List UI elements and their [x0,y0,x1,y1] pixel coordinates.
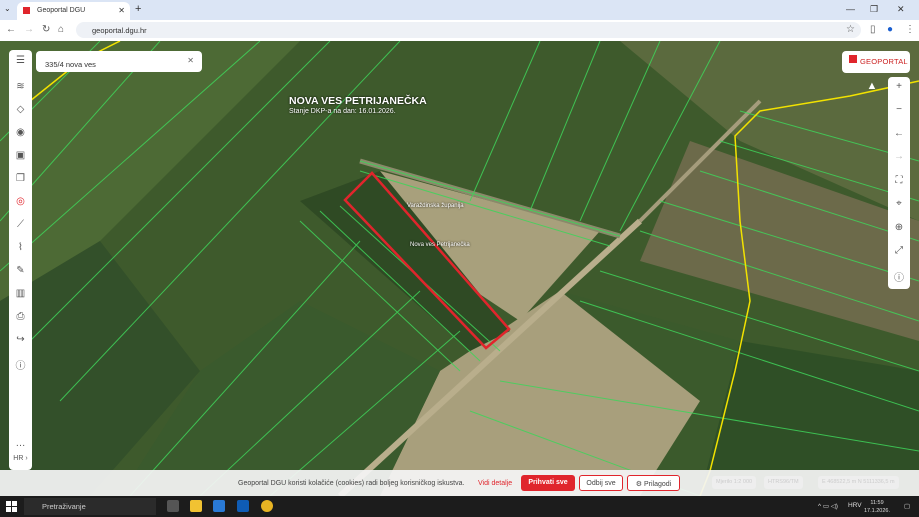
accept-all-button[interactable]: Prihvati sve [521,475,575,491]
search-box: ✕ [36,51,202,72]
tab-title: Geoportal DGU [37,7,86,14]
share-icon[interactable]: ↪ [9,334,32,345]
details-link[interactable]: Vidi detalje [478,480,512,487]
satellite-map [0,41,919,496]
copy-icon[interactable]: ❐ [9,173,32,184]
customize-label: Prilagodi [643,481,672,488]
tab-bar: ⌄ Geoportal DGU ✕ + — ❐ ✕ [0,0,919,20]
eye-icon[interactable]: ◉ [9,127,32,138]
left-toolbar: ☰ ≋ ◇ ◉ ▣ ❐ ◎ ⟋ ⌇ ✎ ▥ ⎙ ↪ ⓘ … HR › [9,50,32,470]
location-target-icon[interactable]: ◎ [9,196,32,207]
forward-button[interactable]: → [24,24,34,35]
pen-icon[interactable]: ✎ [9,265,32,276]
settlement-label: Nova ves Petrijanečka [410,242,470,248]
globe-icon[interactable]: ⊕ [888,222,910,233]
date: 17.1.2026. [864,508,890,514]
new-tab-button[interactable]: + [135,3,141,15]
task-view-icon[interactable] [167,500,179,512]
scale-indicator[interactable]: Mjerilo 1:2 000 [712,476,757,489]
map-canvas[interactable]: NOVA VES PETRIJANEČKA Stanje DKP-a na da… [0,41,919,496]
bookmark-star-icon[interactable]: ☆ [846,24,855,35]
language-label: HR [13,455,24,462]
taskbar-search-text: Pretraživanje [42,502,86,511]
taskbar-search[interactable]: Pretraživanje [24,498,156,515]
layers-icon[interactable]: ≋ [9,81,32,92]
close-window-button[interactable]: ✕ [897,4,905,15]
back-icon[interactable]: ← [888,128,910,139]
chrome-icon[interactable] [261,500,273,512]
url-text: geoportal.dgu.hr [92,26,147,35]
windows-start-icon[interactable] [6,501,17,512]
coordinates-readout: E 468522,5 m N 5111336,5 m [818,476,899,489]
reload-button[interactable]: ↻ [42,24,50,35]
file-explorer-icon[interactable] [190,500,202,512]
browser-menu-icon[interactable]: ⋮ [905,24,915,35]
close-tab-icon[interactable]: ✕ [118,6,125,15]
measure-icon[interactable]: ⤢ [888,245,910,256]
menu-icon[interactable]: ☰ [9,55,32,66]
restore-button[interactable]: ❐ [870,4,878,15]
north-arrow-icon[interactable]: ▲ [866,80,878,92]
back-button[interactable]: ← [6,24,16,35]
minimize-button[interactable]: — [846,4,855,14]
customize-button[interactable]: ⚙ Prilagodi [627,475,680,491]
cadastre-date: Stanje DKP-a na dan: 16.01.2026. [289,108,396,115]
tab-list-icon[interactable]: ⌄ [4,4,11,13]
help-icon[interactable]: ⓘ [9,357,32,372]
more-icon[interactable]: … [9,438,32,449]
geoportal-logo: GEOPORTAL [842,51,910,73]
url-field[interactable]: geoportal.dgu.hr [76,22,861,38]
chart-icon[interactable]: ⌇ [9,242,32,253]
info-icon[interactable]: ⓘ [888,269,910,284]
mail-icon[interactable] [213,500,225,512]
logo-text: GEOPORTAL [860,57,908,66]
profile-icon[interactable]: ● [887,24,893,35]
clock[interactable]: 11:59 17.1.2026. [864,499,890,515]
zoom-out-icon[interactable]: − [888,104,910,115]
fullscreen-icon[interactable]: ⛶ [888,175,910,186]
location-pin-icon[interactable]: ⌖ [888,198,910,209]
search-input[interactable] [39,57,189,72]
zoom-in-icon[interactable]: + [888,81,910,92]
ruler-icon[interactable]: ⟋ [9,219,32,230]
cookie-text: Geoportal DGU koristi kolačiće (cookies)… [238,480,465,487]
system-tray-icons[interactable]: ^ ▭ ◁) [818,502,838,510]
county-label: Varaždinska županija [407,203,464,209]
outlook-icon[interactable] [237,500,249,512]
taskbar: Pretraživanje ^ ▭ ◁) HRV 11:59 17.1.2026.… [0,496,919,517]
id-card-icon[interactable]: ▣ [9,150,32,161]
notifications-icon[interactable]: ▢ [904,502,910,510]
home-button[interactable]: ⌂ [58,24,64,35]
sidebar-icon[interactable]: ▯ [870,24,876,35]
diamond-icon[interactable]: ◇ [9,104,32,115]
right-toolbar: + − ← → ⛶ ⌖ ⊕ ⤢ ⓘ [888,77,910,289]
print-icon[interactable]: ⎙ [9,311,32,322]
crs-indicator[interactable]: HTRS96/TM [764,476,803,489]
bar-chart-icon[interactable]: ▥ [9,288,32,299]
time: 11:59 [870,500,884,506]
reject-all-button[interactable]: Odbij sve [579,475,623,491]
address-bar-row: ← → ↻ ⌂ geoportal.dgu.hr ☆ ▯ ● ⋮ [0,20,919,41]
browser-tab[interactable]: Geoportal DGU ✕ [17,2,130,20]
favicon-icon [23,7,30,14]
clear-search-icon[interactable]: ✕ [187,56,194,65]
cadastral-municipality-title: NOVA VES PETRIJANEČKA [289,95,427,107]
language-indicator[interactable]: HRV [848,502,862,509]
language-switch[interactable]: HR › [9,455,32,462]
cookie-banner: Geoportal DGU koristi kolačiće (cookies)… [0,470,919,496]
forward-icon[interactable]: → [888,151,910,162]
